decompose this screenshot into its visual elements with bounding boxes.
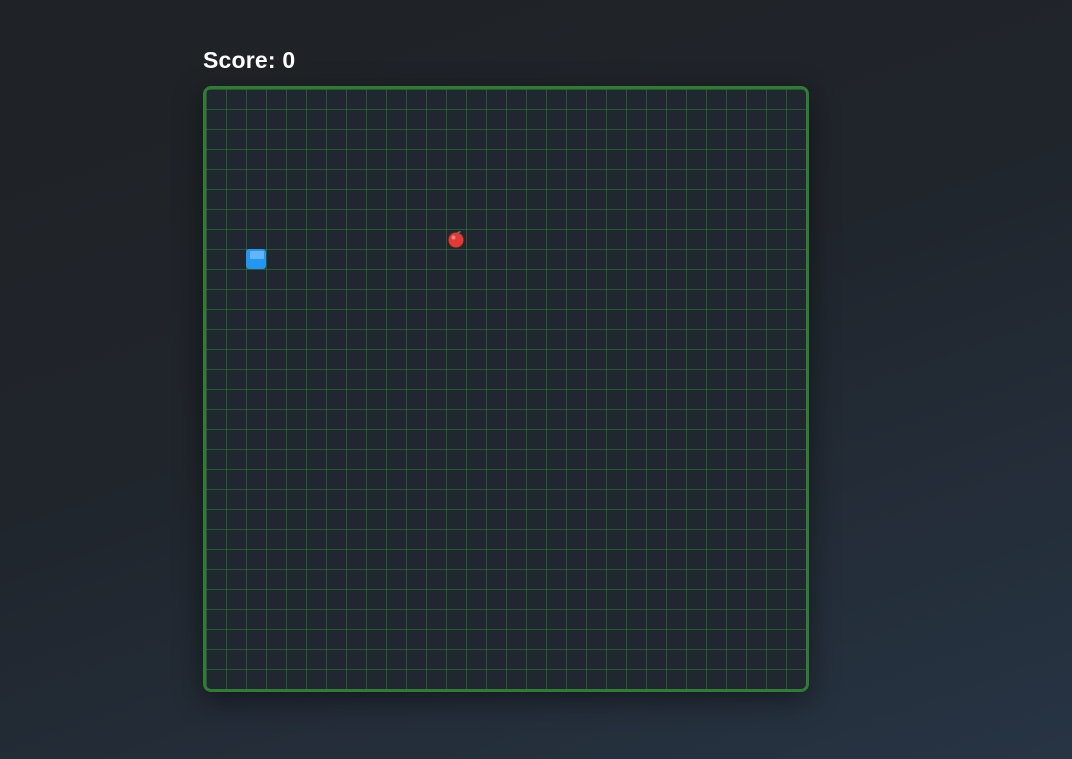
score-display: Score: 0 bbox=[203, 47, 296, 73]
snake-head bbox=[246, 249, 266, 269]
apple-icon bbox=[446, 229, 466, 249]
game-board[interactable] bbox=[203, 86, 809, 692]
